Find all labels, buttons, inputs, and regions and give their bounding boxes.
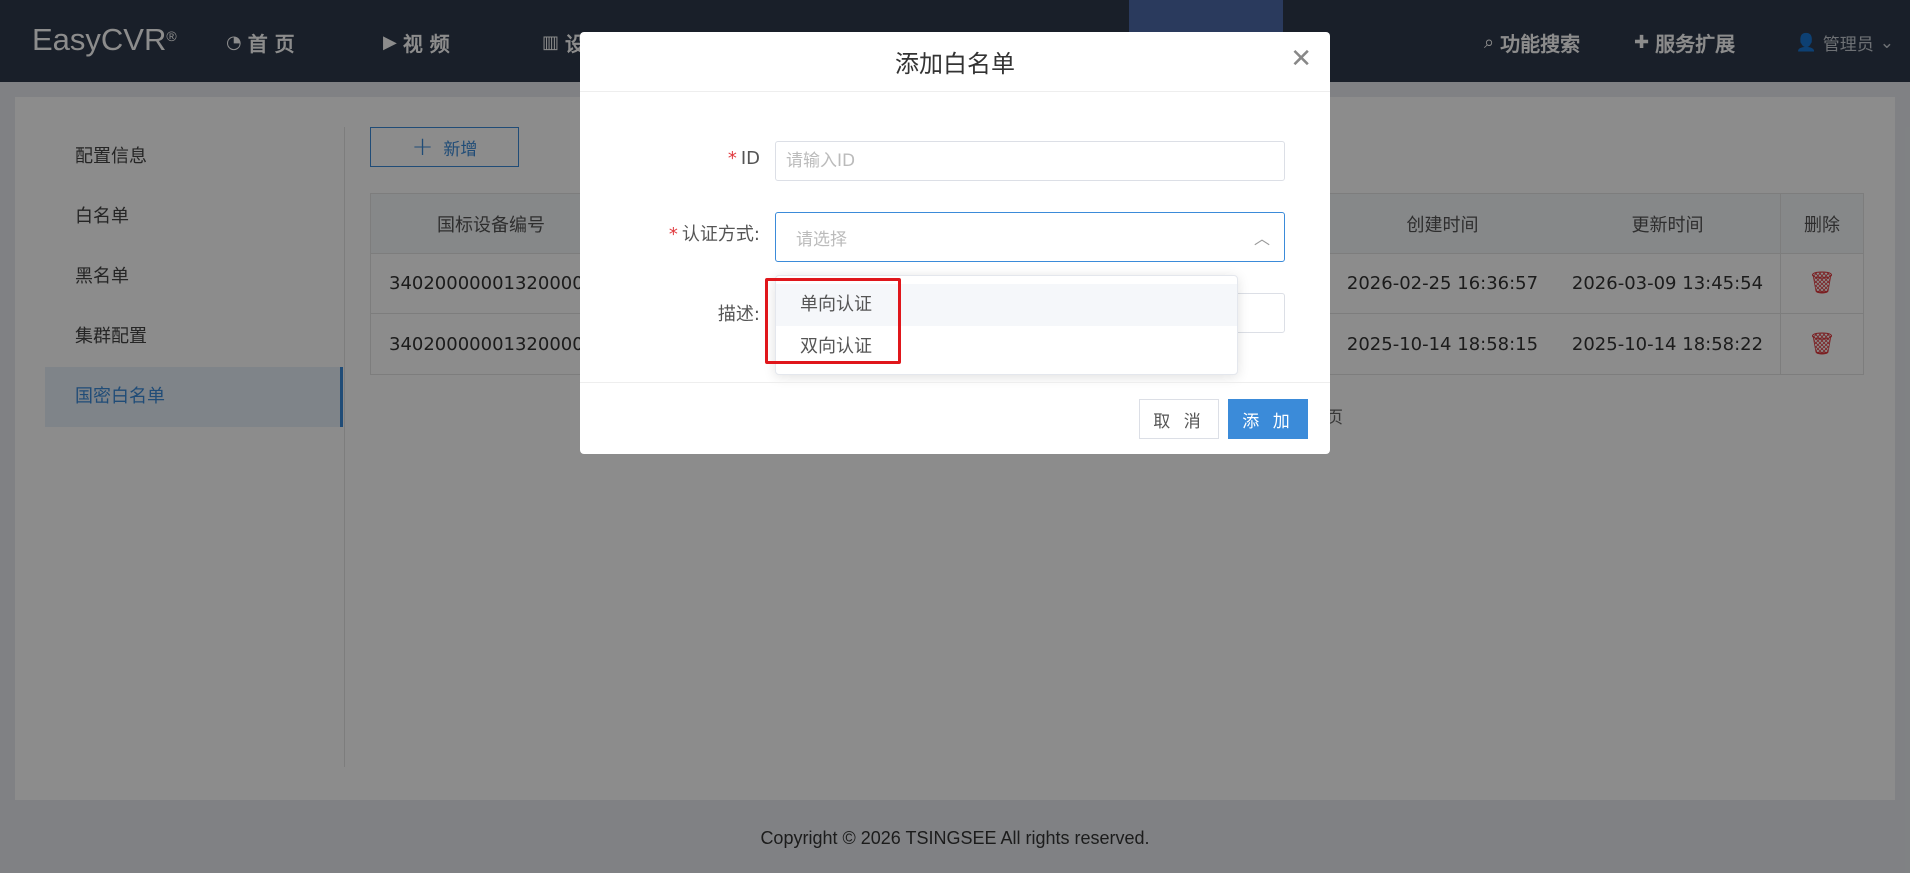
id-label: * ID <box>727 148 760 169</box>
desc-label: 描述: <box>717 304 760 325</box>
confirm-add-button[interactable]: 添 加 <box>1228 399 1308 439</box>
auth-label: * 认证方式: <box>668 224 760 245</box>
cancel-button[interactable]: 取 消 <box>1139 399 1219 439</box>
chevron-up-icon: ︿ <box>1253 229 1270 248</box>
auth-select[interactable]: 请选择 ︿ <box>775 212 1285 262</box>
id-input[interactable] <box>775 141 1285 181</box>
highlight-box <box>765 278 901 364</box>
add-whitelist-dialog: 添加白名单 ✕ *ID *认证方式: 请选择 ︿ 描述: 单向认证 双向认证 取… <box>580 32 1330 454</box>
dialog-footer: 取 消 添 加 <box>580 382 1330 454</box>
dialog-title: 添加白名单 <box>895 50 1015 78</box>
dialog-header: 添加白名单 ✕ <box>580 32 1330 92</box>
close-icon[interactable]: ✕ <box>1290 46 1312 72</box>
